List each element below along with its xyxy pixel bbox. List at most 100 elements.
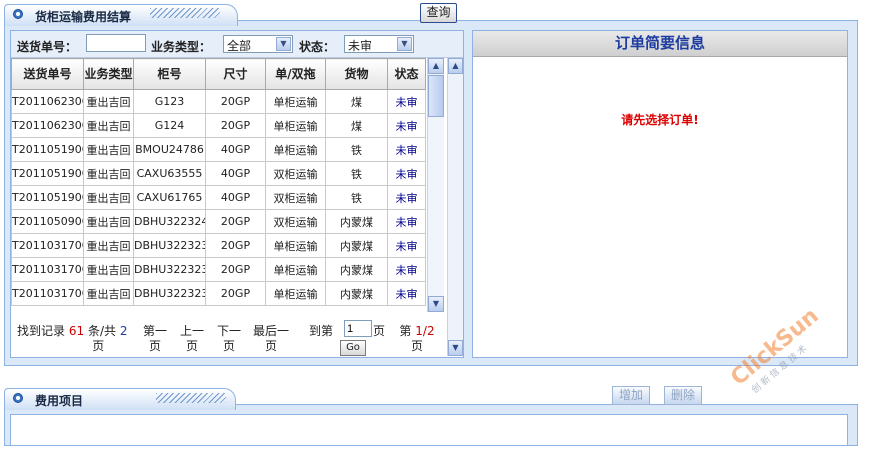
cell-container-no: G124: [133, 113, 206, 138]
current-page: 1/2: [415, 324, 435, 338]
first-page-link[interactable]: 第一页: [142, 324, 168, 354]
column-header[interactable]: 货物: [325, 58, 388, 90]
scroll-up-icon[interactable]: ▲: [428, 58, 444, 74]
cell-tow-type: 双柜运输: [265, 209, 326, 234]
cell-order-no: T20110317001: [11, 281, 84, 306]
cell-order-no: T20110623001: [11, 89, 84, 114]
cell-size: 20GP: [205, 233, 266, 258]
cell-container-no: DBHU3223231: [133, 281, 206, 306]
table-row[interactable]: T20110623001重出吉回G12320GP单柜运输煤未审: [11, 89, 426, 114]
biz-type-selected: 全部: [227, 39, 252, 53]
cell-tow-type: 单柜运输: [265, 89, 326, 114]
current-prefix: 第: [399, 324, 412, 338]
table-row[interactable]: T20110519001重出吉回CAXU6355540GP双柜运输铁未审: [11, 161, 426, 186]
cell-order-no: T20110509001: [11, 209, 84, 234]
fee-items-title: 费用项目: [35, 394, 84, 408]
cell-container-no: CAXU61765: [133, 185, 206, 210]
table-row[interactable]: T20110623001重出吉回G12420GP单柜运输煤未审: [11, 113, 426, 138]
pager: 找到记录 61 条/共 2页 第一页 上一页 下一页 最后一页 到第 页 Go …: [11, 315, 445, 357]
cell-status: 未审: [387, 137, 426, 162]
biz-type-label: 业务类型：: [151, 40, 212, 54]
cell-biz-type: 重出吉回: [83, 281, 134, 306]
next-page-link[interactable]: 下一页: [216, 324, 242, 354]
cell-goods: 铁: [325, 185, 388, 210]
table-row[interactable]: T20110519001重出吉回CAXU6176540GP双柜运输铁未审: [11, 185, 426, 210]
cell-biz-type: 重出吉回: [83, 209, 134, 234]
page-unit: 页: [148, 339, 161, 353]
cell-goods: 铁: [325, 161, 388, 186]
list-scrollbar[interactable]: ▲ ▼: [447, 58, 463, 356]
cell-size: 40GP: [205, 137, 266, 162]
total-records: 61: [68, 324, 85, 338]
cell-goods: 铁: [325, 137, 388, 162]
scroll-down-icon[interactable]: ▼: [428, 296, 444, 312]
cell-goods: 内蒙煤: [325, 233, 388, 258]
cell-size: 20GP: [205, 89, 266, 114]
table-row[interactable]: T20110317002重出吉回DBHU322323420GP单柜运输内蒙煤未审: [11, 257, 426, 282]
cell-goods: 内蒙煤: [325, 257, 388, 282]
status-label: 状态：: [299, 40, 336, 54]
cell-container-no: BMOU24786: [133, 137, 206, 162]
cell-status: 未审: [387, 281, 426, 306]
chevron-down-icon[interactable]: ▼: [397, 37, 412, 51]
cell-size: 40GP: [205, 185, 266, 210]
settlement-panel-title: 货柜运输费用结算: [35, 10, 132, 24]
status-select[interactable]: 未审 ▼: [344, 35, 414, 53]
cell-size: 20GP: [205, 281, 266, 306]
table-row[interactable]: T20110509001重出吉回DBHU322324020GP双柜运输内蒙煤未审: [11, 209, 426, 234]
pager-summary: 找到记录 61 条/共 2页: [17, 324, 127, 354]
prev-page-label: 上一: [179, 324, 204, 338]
chevron-down-icon[interactable]: ▼: [276, 37, 291, 51]
cell-order-no: T20110623001: [11, 113, 84, 138]
found-prefix: 找到记录: [17, 324, 66, 338]
cell-status: 未审: [387, 185, 426, 210]
add-button[interactable]: 增加: [612, 386, 650, 405]
table-scrollbar[interactable]: ▲ ▼: [427, 58, 444, 312]
order-number-input[interactable]: [86, 34, 146, 52]
column-header[interactable]: 单/双拖: [265, 58, 326, 90]
cell-order-no: T20110317003: [11, 233, 84, 258]
table-header-row: 送货单号 业务类型 柜号 尺寸 单/双拖 货物 状态: [11, 58, 426, 90]
cell-status: 未审: [387, 89, 426, 114]
panel-bullet-icon: [13, 9, 23, 19]
cell-biz-type: 重出吉回: [83, 257, 134, 282]
tab-hatch-decoration: [156, 393, 226, 403]
cell-goods: 煤: [325, 89, 388, 114]
cell-status: 未审: [387, 257, 426, 282]
delete-button[interactable]: 删除: [664, 386, 702, 405]
scroll-up-icon[interactable]: ▲: [448, 58, 463, 74]
page-number-input[interactable]: [344, 320, 372, 337]
summary-title: 订单简要信息: [473, 31, 847, 57]
cell-goods: 煤: [325, 113, 388, 138]
column-header[interactable]: 业务类型: [83, 58, 134, 90]
column-header[interactable]: 状态: [387, 58, 426, 90]
cell-goods: 内蒙煤: [325, 281, 388, 306]
goto-prefix: 到第: [309, 324, 334, 338]
cell-tow-type: 单柜运输: [265, 113, 326, 138]
cell-tow-type: 双柜运输: [265, 161, 326, 186]
go-button[interactable]: Go: [340, 340, 366, 356]
status-selected: 未审: [348, 39, 373, 53]
query-button[interactable]: 查询: [420, 3, 457, 23]
cell-order-no: T20110519001: [11, 137, 84, 162]
cell-status: 未审: [387, 233, 426, 258]
column-header[interactable]: 送货单号: [11, 58, 84, 90]
scroll-down-icon[interactable]: ▼: [448, 340, 463, 356]
table-row[interactable]: T20110317001重出吉回DBHU322323120GP单柜运输内蒙煤未审: [11, 281, 426, 306]
cell-container-no: CAXU63555: [133, 161, 206, 186]
biz-type-select[interactable]: 全部 ▼: [223, 35, 293, 53]
prev-page-link[interactable]: 上一页: [179, 324, 205, 354]
cell-biz-type: 重出吉回: [83, 233, 134, 258]
last-page-link[interactable]: 最后一页: [252, 324, 290, 354]
last-page-label: 最后一: [252, 324, 289, 338]
cell-status: 未审: [387, 161, 426, 186]
table-row[interactable]: T20110519001重出吉回BMOU2478640GP单柜运输铁未审: [11, 137, 426, 162]
cell-container-no: DBHU3223240: [133, 209, 206, 234]
cell-size: 20GP: [205, 209, 266, 234]
table-row[interactable]: T20110317003重出吉回DBHU322323620GP单柜运输内蒙煤未审: [11, 233, 426, 258]
next-page-label: 下一: [216, 324, 241, 338]
scroll-thumb[interactable]: [428, 75, 444, 117]
column-header[interactable]: 柜号: [133, 58, 206, 90]
cell-container-no: G123: [133, 89, 206, 114]
column-header[interactable]: 尺寸: [205, 58, 266, 90]
